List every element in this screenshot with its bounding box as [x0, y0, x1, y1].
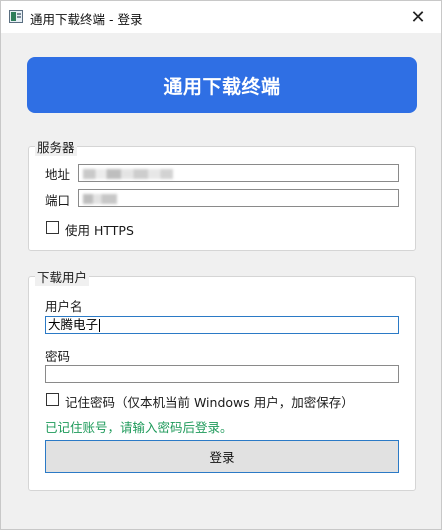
address-redacted [83, 169, 173, 179]
port-field[interactable] [78, 189, 399, 207]
user-group-title: 下载用户 [35, 267, 90, 286]
server-group-title: 服务器 [35, 137, 77, 156]
window-title: 通用下载终端 - 登录 [30, 12, 143, 27]
login-window: 通用下载终端 - 登录 ✕ 通用下载终端 服务器 地址 端口 使用 HTTPS … [0, 0, 442, 530]
username-label: 用户名 [45, 299, 83, 314]
login-button[interactable]: 登录 [45, 440, 399, 473]
remember-password-label: 记住密码（仅本机当前 Windows 用户，加密保存） [65, 395, 354, 410]
text-caret [99, 319, 101, 332]
port-label: 端口 [45, 193, 71, 208]
address-field[interactable] [78, 164, 399, 182]
address-label: 地址 [45, 167, 71, 182]
password-label: 密码 [45, 349, 71, 364]
app-banner: 通用下载终端 [27, 57, 417, 113]
title-bar: 通用下载终端 - 登录 ✕ [1, 1, 441, 33]
app-window-icon [9, 10, 23, 23]
https-checkbox[interactable] [46, 221, 59, 234]
remember-password-checkbox[interactable] [46, 393, 59, 406]
port-redacted [83, 194, 117, 204]
status-hint: 已记住账号，请输入密码后登录。 [45, 420, 233, 435]
username-value: 大腾电子 [48, 317, 99, 332]
https-label: 使用 HTTPS [65, 223, 134, 238]
username-field[interactable]: 大腾电子 [45, 316, 399, 334]
close-icon[interactable]: ✕ [395, 1, 441, 33]
password-field[interactable] [45, 365, 399, 383]
